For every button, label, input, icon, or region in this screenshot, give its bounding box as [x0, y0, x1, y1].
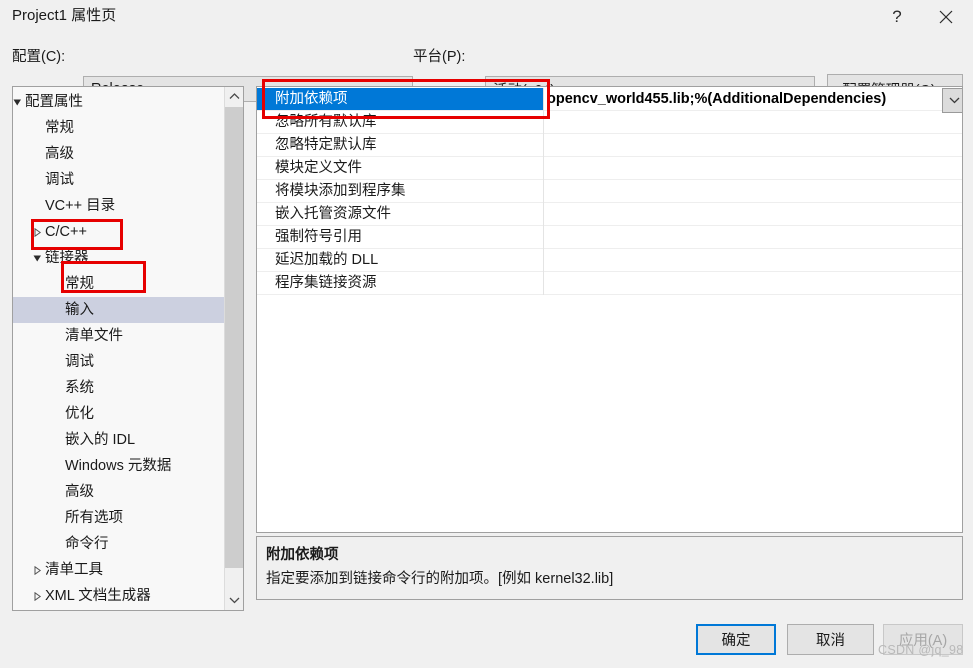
tree-item[interactable]: 优化: [13, 401, 224, 427]
scroll-down-icon[interactable]: [225, 591, 243, 610]
property-name: 模块定义文件: [275, 160, 362, 176]
configuration-tree: 配置属性 常规 高级 调试 VC++ 目录 C/C++ 链接器 常规 输入 清单文件 调试 系统 优化嵌…: [12, 86, 244, 611]
tree-item[interactable]: 调试: [13, 167, 224, 193]
close-icon[interactable]: [923, 0, 969, 33]
description-title: 附加依赖项: [266, 547, 339, 563]
property-value: [544, 111, 942, 133]
tree-item-list: 配置属性 常规 高级 调试 VC++ 目录 C/C++ 链接器 常规 输入 清单文件 调试 系统 优化嵌…: [13, 89, 224, 610]
tree-item-label: 所有选项: [65, 510, 123, 526]
property-value: [544, 249, 942, 271]
tree-item[interactable]: C/C++: [13, 219, 224, 245]
property-value: [544, 180, 942, 202]
property-pages-dialog: Project1 属性页 ? 配置(C): Release 平台(P): 活动(…: [0, 0, 973, 668]
tree-item[interactable]: 高级: [13, 479, 224, 505]
tree-item-label: 浏览信息: [45, 609, 103, 610]
triangle-right-icon[interactable]: [29, 219, 45, 245]
tree-item-label: Windows 元数据: [65, 458, 172, 474]
tree-item[interactable]: 链接器: [13, 245, 224, 271]
tree-item-label: 链接器: [45, 250, 89, 266]
triangle-down-icon[interactable]: [29, 245, 45, 271]
tree-item-label: 命令行: [65, 536, 109, 552]
tree-item[interactable]: 输入: [13, 297, 224, 323]
property-row[interactable]: 强制符号引用: [257, 226, 962, 249]
property-name: 强制符号引用: [275, 229, 362, 245]
scroll-up-icon[interactable]: [225, 87, 243, 106]
tree-item[interactable]: 高级: [13, 141, 224, 167]
property-name: 延迟加载的 DLL: [275, 252, 379, 268]
scrollbar-thumb[interactable]: [225, 107, 243, 568]
description-text: 指定要添加到链接命令行的附加项。[例如 kernel32.lib]: [266, 571, 614, 587]
tree-scrollbar[interactable]: [224, 87, 243, 610]
property-value: [544, 203, 942, 225]
tree-item[interactable]: VC++ 目录: [13, 193, 224, 219]
watermark: CSDN @jq_98: [878, 643, 964, 657]
property-value: [544, 272, 942, 294]
tree-item[interactable]: 浏览信息: [13, 609, 224, 610]
property-name: 忽略所有默认库: [275, 114, 377, 130]
configuration-label: 配置(C):: [12, 49, 66, 65]
tree-item-label: C/C++: [45, 224, 87, 240]
tree-item[interactable]: 清单工具: [13, 557, 224, 583]
tree-item-label: 调试: [45, 172, 74, 188]
property-name: 嵌入托管资源文件: [275, 206, 391, 222]
property-row[interactable]: 忽略特定默认库: [257, 134, 962, 157]
property-row[interactable]: 将模块添加到程序集: [257, 180, 962, 203]
tree-item[interactable]: 嵌入的 IDL: [13, 427, 224, 453]
tree-item-label: 清单工具: [45, 562, 103, 578]
property-name: 将模块添加到程序集: [275, 183, 406, 199]
tree-item[interactable]: 命令行: [13, 531, 224, 557]
tree-item-label: 输入: [65, 302, 94, 318]
tree-item-label: 嵌入的 IDL: [65, 432, 136, 448]
tree-item-label: VC++ 目录: [45, 198, 116, 214]
ok-button[interactable]: 确定: [696, 624, 776, 655]
tree-item[interactable]: 调试: [13, 349, 224, 375]
tree-item-label: XML 文档生成器: [45, 588, 151, 604]
tree-item-label: 优化: [65, 406, 94, 422]
property-name: 附加依赖项: [257, 88, 543, 110]
tree-item-label: 高级: [65, 484, 94, 500]
property-name: 忽略特定默认库: [275, 137, 377, 153]
property-row[interactable]: 附加依赖项 opencv_world455.lib;%(AdditionalDep…: [257, 88, 962, 113]
property-value[interactable]: opencv_world455.lib;%(AdditionalDependen…: [544, 88, 942, 110]
property-row[interactable]: 延迟加载的 DLL: [257, 249, 962, 272]
tree-item-label: 系统: [65, 380, 94, 396]
triangle-right-icon[interactable]: [29, 583, 45, 609]
tree-item[interactable]: 系统: [13, 375, 224, 401]
tree-item-label: 常规: [65, 276, 94, 292]
title-bar: Project1 属性页 ?: [0, 0, 973, 33]
configuration-bar: 配置(C): Release 平台(P): 活动(x64) 配置管理器(O)..…: [0, 33, 973, 104]
tree-item[interactable]: 所有选项: [13, 505, 224, 531]
property-value: [544, 134, 942, 156]
platform-label: 平台(P):: [413, 49, 466, 65]
tree-item[interactable]: 清单文件: [13, 323, 224, 349]
tree-item-label: 常规: [45, 120, 74, 136]
property-value: [544, 226, 942, 248]
help-icon[interactable]: ?: [874, 0, 920, 33]
property-row[interactable]: 忽略所有默认库: [257, 111, 962, 134]
chevron-down-icon[interactable]: [942, 88, 962, 113]
property-name: 程序集链接资源: [275, 275, 377, 291]
property-row[interactable]: 嵌入托管资源文件: [257, 203, 962, 226]
tree-item-label: 配置属性: [25, 94, 83, 110]
triangle-right-icon[interactable]: [29, 557, 45, 583]
tree-item[interactable]: 常规: [13, 271, 224, 297]
cancel-button[interactable]: 取消: [787, 624, 874, 655]
property-grid: 附加依赖项 opencv_world455.lib;%(AdditionalDep…: [256, 86, 963, 533]
tree-item[interactable]: XML 文档生成器: [13, 583, 224, 609]
property-value: [544, 157, 942, 179]
tree-item[interactable]: 配置属性: [13, 89, 224, 115]
description-panel: 附加依赖项 指定要添加到链接命令行的附加项。[例如 kernel32.lib]: [256, 536, 963, 600]
triangle-right-icon[interactable]: [29, 609, 45, 610]
tree-item-label: 清单文件: [65, 328, 123, 344]
tree-item-label: 高级: [45, 146, 74, 162]
triangle-down-icon[interactable]: [13, 89, 25, 115]
tree-item[interactable]: 常规: [13, 115, 224, 141]
property-row[interactable]: 程序集链接资源: [257, 272, 962, 295]
tree-item-label: 调试: [65, 354, 94, 370]
page-title: Project1 属性页: [12, 7, 117, 24]
property-row[interactable]: 模块定义文件: [257, 157, 962, 180]
tree-item[interactable]: Windows 元数据: [13, 453, 224, 479]
